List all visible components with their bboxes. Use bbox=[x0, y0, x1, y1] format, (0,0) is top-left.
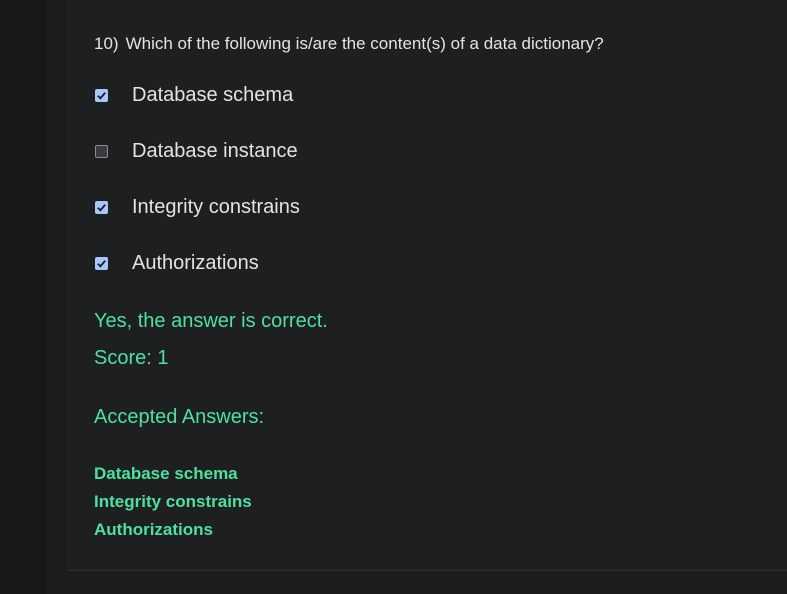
checkbox-database-schema[interactable] bbox=[95, 88, 108, 102]
option-authorizations[interactable]: Authorizations bbox=[94, 248, 300, 278]
question-number: 10) bbox=[94, 34, 119, 53]
checkbox-integrity-constrains[interactable] bbox=[95, 200, 108, 214]
checkmark-icon bbox=[97, 259, 106, 268]
checkbox-database-instance[interactable] bbox=[95, 144, 108, 158]
accepted-answer: Integrity constrains bbox=[94, 492, 252, 511]
checkmark-icon bbox=[97, 91, 106, 100]
accepted-answer: Authorizations bbox=[94, 520, 213, 539]
accepted-answer: Database schema bbox=[94, 464, 238, 483]
options-list: Database schema Database instance Integr… bbox=[94, 80, 300, 304]
checkmark-icon bbox=[97, 203, 106, 212]
option-label: Database instance bbox=[132, 139, 298, 162]
option-database-instance[interactable]: Database instance bbox=[94, 136, 300, 166]
question-header: 10) Which of the following is/are the co… bbox=[94, 34, 604, 54]
option-integrity-constrains[interactable]: Integrity constrains bbox=[94, 192, 300, 222]
accepted-answers-list: Database schema Integrity constrains Aut… bbox=[94, 460, 252, 544]
option-label: Authorizations bbox=[132, 251, 259, 274]
checkbox-authorizations[interactable] bbox=[95, 256, 108, 270]
option-database-schema[interactable]: Database schema bbox=[94, 80, 300, 110]
feedback-result: Yes, the answer is correct. bbox=[94, 310, 328, 332]
option-label: Integrity constrains bbox=[132, 195, 300, 218]
left-sidebar-strip bbox=[0, 0, 46, 594]
question-text: Which of the following is/are the conten… bbox=[125, 34, 604, 53]
option-label: Database schema bbox=[132, 83, 294, 106]
score-text: Score: 1 bbox=[94, 347, 169, 369]
accepted-answers-title: Accepted Answers: bbox=[94, 406, 265, 428]
